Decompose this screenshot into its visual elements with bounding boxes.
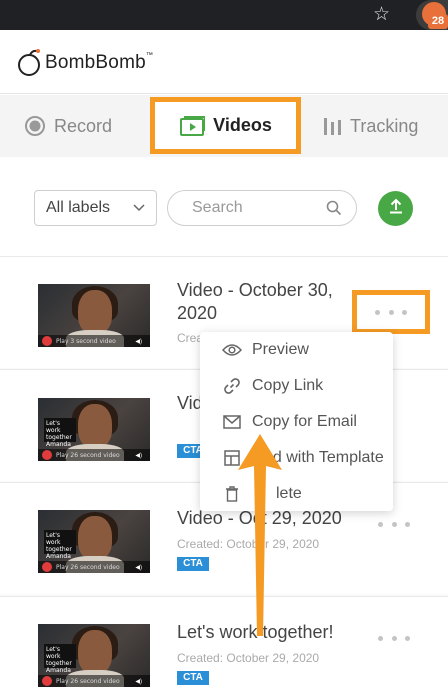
record-icon — [24, 115, 46, 137]
menu-item-copy-link[interactable]: Copy Link — [200, 368, 393, 404]
menu-item-delete[interactable]: lete — [200, 476, 393, 512]
volume-icon: ◀) — [135, 565, 142, 571]
video-thumbnail[interactable]: Play 3 second video ◀) — [38, 284, 150, 347]
cta-badge: CTA — [177, 557, 209, 571]
menu-item-label: Copy Link — [252, 377, 324, 394]
menu-item-label: Copy for Email — [252, 413, 357, 430]
video-play-icon — [179, 115, 206, 137]
video-thumbnail[interactable]: Let's work together Amanda Play 26 secon… — [38, 510, 150, 573]
tab-videos-label: Videos — [213, 115, 272, 135]
video-list-item[interactable]: Let's work together Amanda Play 26 secon… — [0, 596, 448, 700]
extension-badge: 28 — [428, 14, 448, 29]
bomb-logo-icon — [18, 49, 40, 76]
link-icon — [222, 376, 242, 396]
search-input[interactable] — [192, 198, 322, 218]
chevron-down-icon — [132, 200, 146, 219]
bombbomb-logo: BombBomb™ — [16, 48, 153, 78]
menu-item-copy-for-email[interactable]: Copy for Email — [200, 404, 393, 440]
cta-badge: CTA — [177, 671, 209, 685]
video-created-date: Created: October 29, 2020 — [177, 537, 320, 551]
app-header: BombBomb™ — [0, 30, 448, 94]
eye-icon — [222, 340, 242, 360]
bookmark-star-icon[interactable]: ☆ — [373, 3, 390, 25]
main-tabs: Record Videos Tracking — [0, 95, 448, 157]
tab-videos[interactable]: Videos — [150, 97, 301, 154]
search-icon[interactable] — [326, 200, 342, 221]
envelope-icon — [222, 412, 242, 432]
upload-button[interactable] — [378, 191, 413, 226]
template-icon — [222, 448, 242, 468]
more-options-button[interactable] — [378, 517, 410, 531]
menu-item-send-with-template[interactable]: nd with Template — [200, 440, 393, 476]
brand-name: BombBomb™ — [45, 52, 154, 73]
tab-record[interactable]: Record — [24, 95, 112, 157]
trash-icon — [222, 484, 242, 504]
video-title[interactable]: Let's work together! — [177, 621, 377, 644]
labels-dropdown[interactable]: All labels — [34, 190, 157, 226]
video-created-date: Created: October 29, 2020 — [177, 651, 320, 665]
menu-item-label: nd with Template — [264, 449, 384, 466]
video-options-menu: Preview Copy Link Copy for Email nd with… — [200, 332, 393, 511]
menu-item-label: Preview — [252, 341, 309, 358]
tab-tracking[interactable]: Tracking — [322, 95, 418, 157]
play-icon — [42, 450, 52, 460]
volume-icon: ◀) — [135, 453, 142, 459]
volume-icon: ◀) — [135, 679, 142, 685]
search-box — [167, 190, 357, 226]
browser-toolbar: ☆ 28 — [0, 0, 448, 30]
more-options-button-highlighted[interactable] — [352, 290, 430, 334]
play-icon — [42, 562, 52, 572]
play-icon — [42, 336, 52, 346]
tab-record-label: Record — [54, 115, 113, 136]
more-options-button[interactable] — [378, 631, 410, 645]
menu-item-preview[interactable]: Preview — [200, 332, 393, 368]
menu-item-label: lete — [276, 485, 302, 502]
upload-icon — [387, 197, 405, 220]
play-icon — [42, 676, 52, 686]
labels-dropdown-value: All labels — [46, 199, 111, 216]
filter-bar: All labels — [0, 158, 448, 256]
video-title[interactable]: Video - October 30, 2020 — [177, 279, 377, 325]
video-thumbnail[interactable]: Let's work together Amanda Play 26 secon… — [38, 398, 150, 461]
tab-tracking-label: Tracking — [350, 115, 419, 136]
video-thumbnail[interactable]: Let's work together Amanda Play 26 secon… — [38, 624, 150, 687]
volume-icon: ◀) — [135, 339, 142, 345]
bars-icon — [322, 115, 342, 137]
